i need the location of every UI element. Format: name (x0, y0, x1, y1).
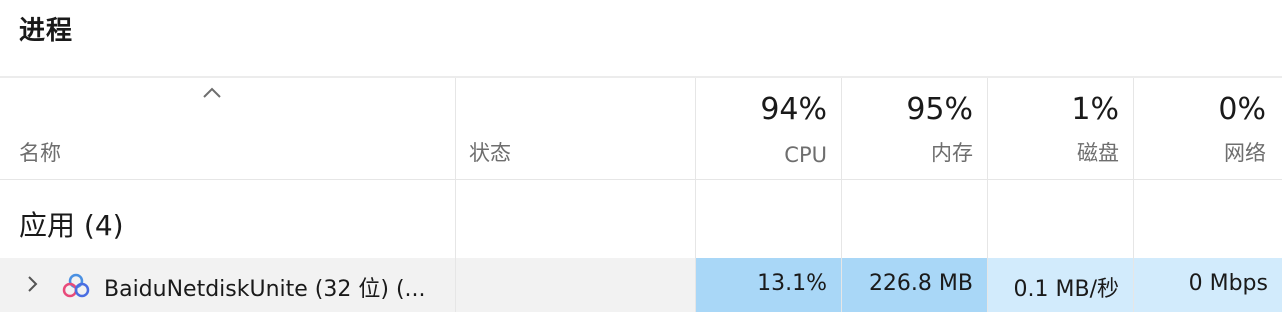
column-label-memory: 内存 (931, 141, 973, 165)
column-header-name[interactable]: 名称 (0, 78, 456, 179)
baidu-netdisk-app-icon (62, 273, 90, 298)
table-row[interactable]: BaiduNetdiskUnite (32 位) (... 13.1% 226.… (0, 258, 1282, 312)
disk-total-percent: 1% (1071, 92, 1119, 127)
process-cell-status (456, 258, 696, 312)
column-header-memory[interactable]: 95% 内存 (842, 78, 988, 179)
group-label: 应用 (4) (19, 209, 124, 242)
column-header-status[interactable]: 状态 (456, 78, 696, 179)
page-title: 进程 (19, 16, 74, 46)
memory-total-percent: 95% (906, 92, 973, 127)
column-header-network[interactable]: 0% 网络 (1134, 78, 1280, 179)
process-cell-memory: 226.8 MB (842, 258, 988, 312)
group-cell-status (456, 180, 696, 258)
cpu-total-percent: 94% (760, 92, 827, 127)
group-cell-network (1134, 180, 1280, 258)
column-label-cpu: CPU (784, 143, 827, 167)
group-cell-disk (988, 180, 1134, 258)
title-bar: 进程 (0, 0, 1282, 78)
process-cell-name: BaiduNetdiskUnite (32 位) (... (0, 258, 456, 312)
column-label-disk: 磁盘 (1077, 141, 1119, 165)
column-header-row: 名称 状态 94% CPU 95% 内存 1% 磁盘 0% 网络 (0, 78, 1282, 180)
chevron-right-icon[interactable] (24, 274, 40, 294)
group-cell-cpu (696, 180, 842, 258)
process-cell-network: 0 Mbps (1134, 258, 1282, 312)
group-row-apps: 应用 (4) (0, 180, 1282, 258)
process-cell-cpu: 13.1% (696, 258, 842, 312)
process-cell-disk: 0.1 MB/秒 (988, 258, 1134, 312)
column-header-cpu[interactable]: 94% CPU (696, 78, 842, 179)
process-network: 0 Mbps (1188, 271, 1268, 296)
chevron-up-icon[interactable] (201, 86, 223, 100)
process-memory: 226.8 MB (868, 271, 973, 296)
process-disk: 0.1 MB/秒 (1013, 277, 1119, 302)
column-label-name: 名称 (19, 141, 61, 165)
column-header-disk[interactable]: 1% 磁盘 (988, 78, 1134, 179)
group-cell-memory (842, 180, 988, 258)
network-total-percent: 0% (1218, 92, 1266, 127)
column-label-network: 网络 (1224, 141, 1266, 165)
process-cpu: 13.1% (757, 271, 827, 296)
process-name: BaiduNetdiskUnite (32 位) (... (104, 277, 426, 302)
group-cell-name: 应用 (4) (0, 180, 456, 258)
column-label-status: 状态 (469, 141, 511, 165)
